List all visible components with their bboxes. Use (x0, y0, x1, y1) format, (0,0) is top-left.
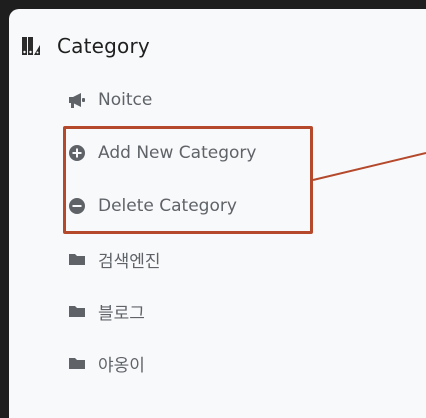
sidebar-item-label: Noitce (98, 90, 153, 110)
sidebar-item-folder-1[interactable]: 검색엔진 (67, 244, 161, 274)
category-palette-icon (21, 35, 41, 57)
sidebar-item-folder-3[interactable]: 야옹이 (67, 348, 145, 378)
folder-icon (67, 301, 87, 321)
category-header-label: Category (57, 34, 150, 58)
sidebar-item-folder-2[interactable]: 블로그 (67, 296, 145, 326)
sidebar-item-label: 검색엔진 (98, 251, 161, 272)
folder-icon (67, 249, 87, 269)
category-header[interactable]: Category (21, 24, 401, 68)
sidebar-item-noitce[interactable]: Noitce (67, 85, 152, 115)
megaphone-icon (67, 90, 87, 110)
sidebar-item-label: 블로그 (98, 303, 145, 324)
highlight-annotation-box (63, 126, 313, 234)
folder-icon (67, 353, 87, 373)
sidebar-item-label: 야옹이 (98, 355, 145, 376)
